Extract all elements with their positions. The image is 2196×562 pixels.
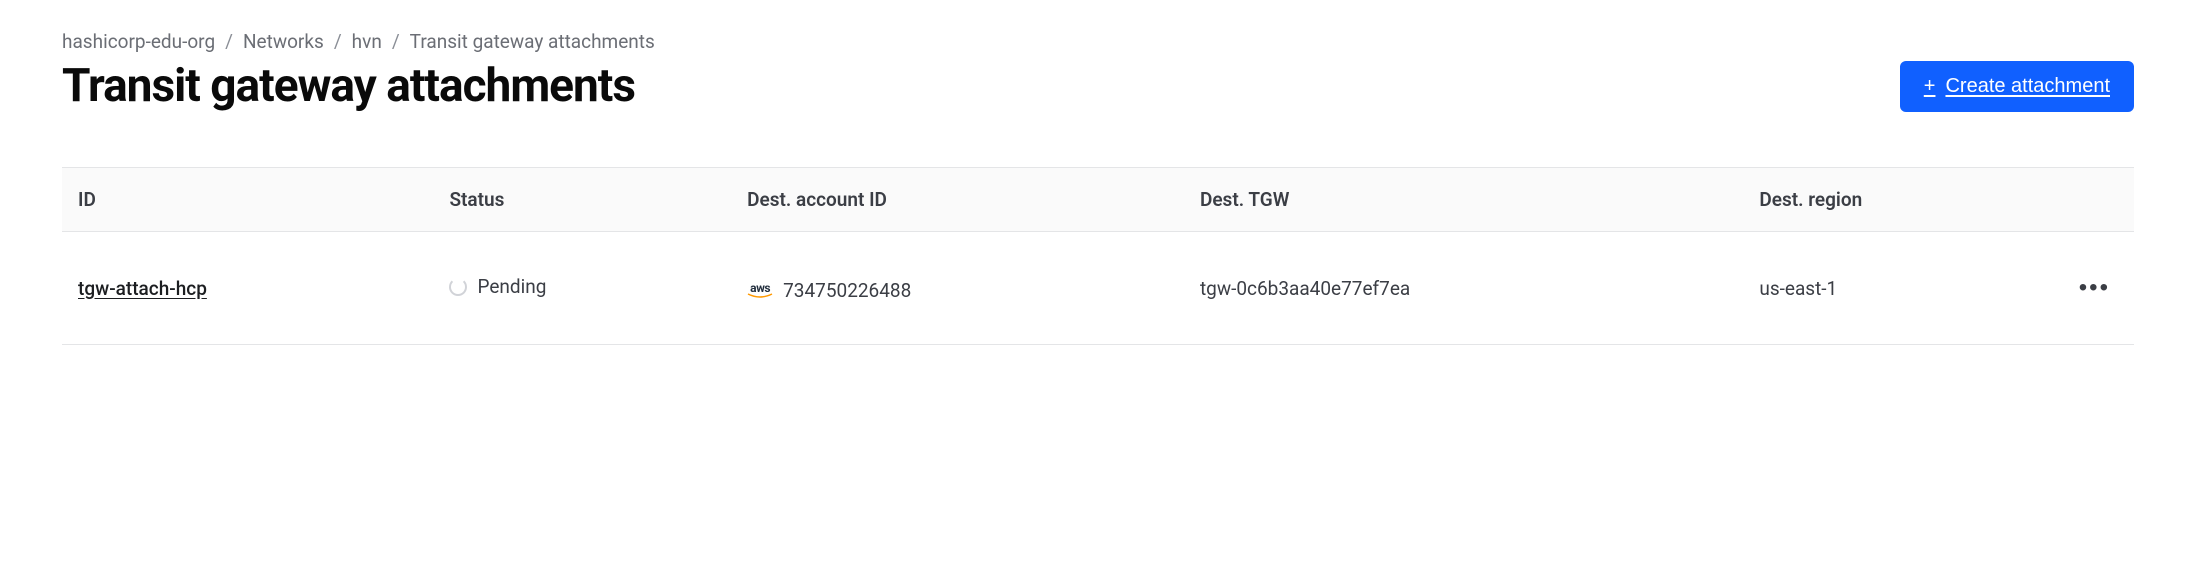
breadcrumb: hashicorp-edu-org / Networks / hvn / Tra… — [62, 30, 2134, 53]
dest-region-value: us-east-1 — [1743, 232, 2054, 345]
create-button-label: Create attachment — [1945, 75, 2110, 98]
dest-account-value: 734750226488 — [783, 279, 911, 302]
attachment-id-link[interactable]: tgw-attach-hcp — [78, 277, 207, 300]
column-header-id: ID — [62, 168, 433, 232]
table-row: tgw-attach-hcp Pending aws 734750226488 … — [62, 232, 2134, 345]
plus-icon: + — [1924, 76, 1936, 96]
breadcrumb-item-org[interactable]: hashicorp-edu-org — [62, 30, 215, 53]
page-title: Transit gateway attachments — [62, 59, 635, 113]
column-header-dest-region: Dest. region — [1743, 168, 2054, 232]
breadcrumb-separator: / — [334, 30, 342, 53]
breadcrumb-separator: / — [392, 30, 400, 53]
create-attachment-button[interactable]: + Create attachment — [1900, 61, 2134, 112]
dest-account-cell: aws 734750226488 — [747, 279, 911, 302]
breadcrumb-item-hvn[interactable]: hvn — [352, 30, 382, 53]
breadcrumb-separator: / — [225, 30, 233, 53]
breadcrumb-item-current: Transit gateway attachments — [410, 30, 655, 53]
page-header: Transit gateway attachments + Create att… — [62, 59, 2134, 113]
column-header-dest-tgw: Dest. TGW — [1184, 168, 1743, 232]
more-icon: ••• — [2079, 274, 2110, 301]
breadcrumb-item-networks[interactable]: Networks — [243, 30, 324, 53]
attachments-table: ID Status Dest. account ID Dest. TGW Des… — [62, 167, 2134, 345]
column-header-actions — [2055, 168, 2134, 232]
status-cell: Pending — [449, 275, 546, 298]
status-label: Pending — [477, 275, 546, 298]
column-header-dest-account: Dest. account ID — [731, 168, 1184, 232]
dest-tgw-value: tgw-0c6b3aa40e77ef7ea — [1184, 232, 1743, 345]
column-header-status: Status — [433, 168, 731, 232]
spinner-icon — [449, 278, 467, 296]
row-actions-button[interactable]: ••• — [2071, 272, 2118, 304]
aws-icon: aws — [747, 282, 773, 299]
